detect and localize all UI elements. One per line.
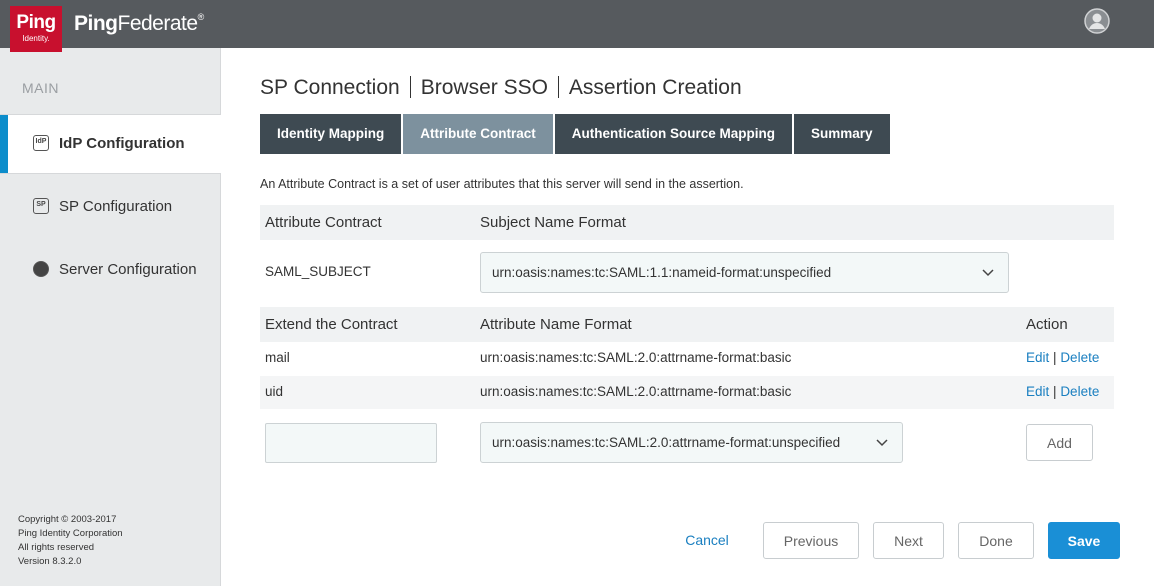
copyright-line: Copyright © 2003-2017 xyxy=(18,514,117,525)
sidebar: MAIN IdP IdP Configuration SP SP Configu… xyxy=(0,48,229,586)
select-value: urn:oasis:names:tc:SAML:1.1:nameid-forma… xyxy=(492,265,832,280)
attribute-name: mail xyxy=(265,350,290,365)
cancel-button[interactable]: Cancel xyxy=(672,522,742,559)
top-bar: PingFederate® xyxy=(0,0,1154,48)
subject-name-format-select[interactable]: urn:oasis:names:tc:SAML:1.1:nameid-forma… xyxy=(480,252,1009,293)
breadcrumb-browser-sso: Browser SSO xyxy=(420,76,548,99)
breadcrumb-sp-connection: SP Connection xyxy=(260,76,400,99)
table-row: mail urn:oasis:names:tc:SAML:2.0:attrnam… xyxy=(260,342,1114,375)
company-line: Ping Identity Corporation xyxy=(18,528,123,539)
select-value: urn:oasis:names:tc:SAML:2.0:attrname-for… xyxy=(492,435,841,450)
breadcrumb-separator xyxy=(409,76,411,98)
new-attribute-name-input[interactable] xyxy=(265,423,437,463)
rights-line: All rights reserved xyxy=(18,542,95,553)
chevron-down-icon xyxy=(982,269,994,277)
table-row: uid urn:oasis:names:tc:SAML:2.0:attrname… xyxy=(260,376,1114,409)
version-line: Version 8.3.2.0 xyxy=(18,556,82,567)
copyright-notice: Copyright © 2003-2017 Ping Identity Corp… xyxy=(18,513,123,569)
edit-link[interactable]: Edit xyxy=(1026,384,1049,399)
sidebar-item-idp-configuration[interactable]: IdP IdP Configuration xyxy=(0,114,229,175)
sidebar-item-server-configuration[interactable]: Server Configuration xyxy=(0,241,221,301)
tab-identity-mapping[interactable]: Identity Mapping xyxy=(260,114,402,154)
attribute-format: urn:oasis:names:tc:SAML:2.0:attrname-for… xyxy=(480,350,792,365)
ping-identity-logo: Ping Identity. xyxy=(10,6,62,52)
idp-icon: IdP xyxy=(33,135,49,151)
column-header: Attribute Name Format xyxy=(480,316,632,333)
user-avatar-icon[interactable] xyxy=(1084,8,1110,34)
done-button[interactable]: Done xyxy=(958,522,1034,559)
row-actions: Edit | Delete xyxy=(1026,350,1099,365)
server-icon xyxy=(33,261,49,277)
sidebar-item-label: Server Configuration xyxy=(59,261,197,278)
column-header: Subject Name Format xyxy=(480,214,626,231)
column-header: Action xyxy=(1026,316,1068,333)
breadcrumb-assertion-creation: Assertion Creation xyxy=(568,76,742,99)
attribute-format: urn:oasis:names:tc:SAML:2.0:attrname-for… xyxy=(480,384,792,399)
wizard-tabs: Identity Mapping Attribute Contract Auth… xyxy=(260,114,892,154)
save-button[interactable]: Save xyxy=(1048,522,1120,559)
next-button[interactable]: Next xyxy=(873,522,944,559)
subject-attribute-name: SAML_SUBJECT xyxy=(265,264,371,279)
chevron-down-icon xyxy=(876,439,888,447)
breadcrumb-separator xyxy=(557,76,559,98)
new-attribute-format-select[interactable]: urn:oasis:names:tc:SAML:2.0:attrname-for… xyxy=(480,422,903,463)
sidebar-item-sp-configuration[interactable]: SP SP Configuration xyxy=(0,178,221,238)
sidebar-item-label: SP Configuration xyxy=(59,198,173,215)
tab-attribute-contract[interactable]: Attribute Contract xyxy=(403,114,553,154)
tab-summary[interactable]: Summary xyxy=(794,114,890,154)
sidebar-section-title: MAIN xyxy=(22,80,59,96)
edit-link[interactable]: Edit xyxy=(1026,350,1049,365)
delete-link[interactable]: Delete xyxy=(1060,350,1099,365)
delete-link[interactable]: Delete xyxy=(1060,384,1099,399)
page-description: An Attribute Contract is a set of user a… xyxy=(260,177,744,191)
page-title: SP Connection Browser SSO Assertion Creati… xyxy=(260,76,742,100)
column-header: Attribute Contract xyxy=(265,214,382,231)
column-header: Extend the Contract xyxy=(265,316,398,333)
previous-button[interactable]: Previous xyxy=(763,522,859,559)
add-attribute-button[interactable]: Add xyxy=(1026,424,1093,461)
tab-authentication-source-mapping[interactable]: Authentication Source Mapping xyxy=(554,114,793,154)
sp-icon: SP xyxy=(33,198,49,214)
action-separator: | xyxy=(1053,384,1057,399)
sidebar-item-label: IdP Configuration xyxy=(59,135,185,152)
row-actions: Edit | Delete xyxy=(1026,384,1099,399)
extend-header-row: Extend the Contract Attribute Name Forma… xyxy=(260,307,1114,342)
action-separator: | xyxy=(1053,350,1057,365)
contract-header-row: Attribute Contract Subject Name Format xyxy=(260,205,1114,240)
product-name: PingFederate® xyxy=(74,12,204,35)
attribute-name: uid xyxy=(265,384,284,399)
